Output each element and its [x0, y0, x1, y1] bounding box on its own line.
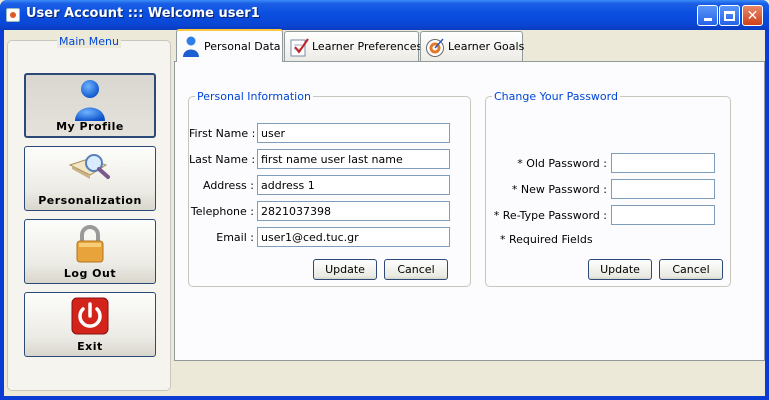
main-menu-legend: Main Menu: [57, 35, 121, 48]
main-menu: Main Menu My Profile Personalization Log…: [7, 35, 171, 391]
retype-password-row: * Re-Type Password :: [486, 205, 715, 225]
address-row: Address :: [189, 175, 450, 195]
personal-data-panel: Personal Information First Name : Last N…: [174, 61, 765, 361]
old-password-label: * Old Password :: [517, 156, 607, 170]
tab-learner-preferences[interactable]: Learner Preferences: [284, 31, 423, 61]
email-field[interactable]: [257, 227, 450, 247]
last-name-field[interactable]: [257, 149, 450, 169]
new-password-row: * New Password :: [486, 179, 715, 199]
group-legend: Personal Information: [195, 90, 313, 103]
tab-label: Learner Goals: [448, 40, 525, 53]
new-password-label: * New Password :: [511, 182, 607, 196]
app-window: User Account ::: Welcome user1 ✕ Main Me…: [0, 0, 769, 400]
menu-label: Exit: [77, 340, 103, 353]
retype-password-field[interactable]: [611, 205, 715, 225]
power-icon: [71, 297, 109, 335]
telephone-label: Telephone :: [190, 204, 254, 218]
checklist-icon: [290, 37, 309, 56]
maximize-button[interactable]: [719, 5, 740, 26]
old-password-row: * Old Password :: [486, 153, 715, 173]
menu-label: Personalization: [38, 194, 142, 207]
personal-information-group: Personal Information First Name : Last N…: [188, 90, 471, 287]
first-name-row: First Name :: [189, 123, 450, 143]
address-label: Address :: [202, 178, 254, 192]
window-title: User Account ::: Welcome user1: [26, 6, 260, 21]
cancel-password-button[interactable]: Cancel: [659, 259, 723, 280]
telephone-field[interactable]: [257, 201, 450, 221]
tab-personal-data[interactable]: Personal Data: [176, 29, 283, 62]
retype-password-label: * Re-Type Password :: [493, 208, 607, 222]
padlock-icon: [76, 225, 104, 263]
change-password-group: Change Your Password * Old Password : * …: [485, 90, 731, 287]
telephone-row: Telephone :: [189, 201, 450, 221]
last-name-row: Last Name :: [189, 149, 450, 169]
user-icon: [75, 80, 105, 121]
first-name-label: First Name :: [189, 126, 256, 140]
update-password-button[interactable]: Update: [588, 259, 652, 280]
required-fields-note: * Required Fields: [500, 233, 593, 246]
new-password-field[interactable]: [611, 179, 715, 199]
update-button[interactable]: Update: [313, 259, 377, 280]
log-out-button[interactable]: Log Out: [24, 219, 156, 284]
tab-label: Personal Data: [204, 40, 281, 53]
address-field[interactable]: [257, 175, 450, 195]
close-button[interactable]: ✕: [742, 5, 763, 26]
last-name-label: Last Name :: [189, 152, 256, 166]
client-area: Main Menu My Profile Personalization Log…: [4, 29, 765, 396]
exit-button[interactable]: Exit: [24, 292, 156, 357]
close-icon: ✕: [746, 7, 759, 24]
user-icon: [183, 36, 199, 57]
tab-learner-goals[interactable]: Learner Goals: [420, 31, 525, 61]
menu-label: Log Out: [63, 267, 117, 280]
my-profile-button[interactable]: My Profile: [24, 73, 156, 138]
title-bar[interactable]: User Account ::: Welcome user1 ✕: [0, 0, 769, 30]
minimize-button[interactable]: [697, 5, 718, 26]
email-label: Email :: [216, 230, 254, 244]
tab-label: Learner Preferences: [312, 40, 423, 53]
magnifier-document-icon: [68, 154, 110, 179]
group-legend: Change Your Password: [492, 90, 620, 103]
first-name-field[interactable]: [257, 123, 450, 143]
email-row: Email :: [189, 227, 450, 247]
maximize-icon: [724, 10, 735, 21]
old-password-field[interactable]: [611, 153, 715, 173]
personalization-button[interactable]: Personalization: [24, 146, 156, 211]
minimize-icon: [703, 18, 712, 21]
java-app-icon: [6, 8, 20, 22]
cancel-button[interactable]: Cancel: [384, 259, 448, 280]
target-icon: [426, 38, 444, 57]
